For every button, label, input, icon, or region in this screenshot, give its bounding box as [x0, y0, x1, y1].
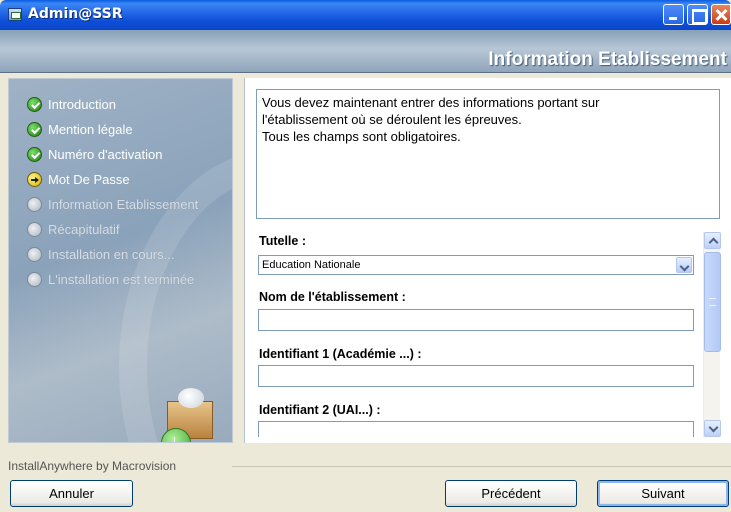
- identifiant-2-field[interactable]: [258, 421, 694, 437]
- step-label: Installation en cours...: [48, 247, 175, 262]
- scroll-down-icon[interactable]: [704, 420, 721, 437]
- app-icon: [8, 8, 22, 21]
- check-circle-icon: [27, 147, 42, 162]
- steps-panel: Introduction Mention légale Numéro d'act…: [8, 78, 233, 443]
- scrollbar-thumb[interactable]: [704, 252, 721, 352]
- tutelle-select[interactable]: Education Nationale: [258, 255, 694, 275]
- step-installation-en-cours: Installation en cours...: [27, 242, 198, 267]
- nom-etablissement-field[interactable]: [258, 309, 694, 331]
- identifiant-1-label: Identifiant 1 (Académie ...) :: [259, 347, 422, 361]
- check-circle-icon: [27, 97, 42, 112]
- tutelle-selected-value: Education Nationale: [262, 259, 361, 271]
- step-label: Récapitulatif: [48, 222, 120, 237]
- page-header: Information Etablissement: [0, 30, 731, 73]
- chevron-down-icon[interactable]: [676, 257, 692, 273]
- check-circle-icon: [27, 122, 42, 137]
- info-text-box: Vous devez maintenant entrer des informa…: [256, 89, 720, 219]
- step-numero-activation: Numéro d'activation: [27, 142, 198, 167]
- info-line: l'établissement où se déroulent les épre…: [262, 112, 522, 127]
- step-information-etablissement: Information Etablissement: [27, 192, 198, 217]
- step-mention-legale: Mention légale: [27, 117, 198, 142]
- info-line: Vous devez maintenant entrer des informa…: [262, 95, 600, 110]
- page-title: Information Etablissement: [488, 49, 727, 70]
- step-recapitulatif: Récapitulatif: [27, 217, 198, 242]
- maximize-icon[interactable]: [687, 4, 708, 25]
- form-area: Tutelle : Education Nationale Nom de l'é…: [256, 232, 702, 437]
- step-label: Mention légale: [48, 122, 133, 137]
- step-mot-de-passe: Mot De Passe: [27, 167, 198, 192]
- step-introduction: Introduction: [27, 92, 198, 117]
- step-label: L'installation est terminée: [48, 272, 195, 287]
- installer-branding: InstallAnywhere by Macrovision: [8, 459, 177, 473]
- close-icon[interactable]: [711, 4, 731, 25]
- nom-etablissement-label: Nom de l'établissement :: [259, 290, 406, 304]
- content-panel: Vous devez maintenant entrer des informa…: [244, 78, 731, 443]
- step-installation-terminee: L'installation est terminée: [27, 267, 198, 292]
- identifiant-1-field[interactable]: [258, 365, 694, 387]
- scroll-up-icon[interactable]: [704, 232, 721, 249]
- info-line: Tous les champs sont obligatoires.: [262, 129, 461, 144]
- empty-circle-icon: [27, 222, 42, 237]
- minimize-icon[interactable]: [663, 4, 684, 25]
- cancel-button[interactable]: Annuler: [10, 480, 133, 507]
- steps-list: Introduction Mention légale Numéro d'act…: [27, 92, 198, 292]
- step-label: Information Etablissement: [48, 197, 199, 212]
- window-title-bar[interactable]: Admin@SSR: [0, 0, 731, 30]
- tutelle-label: Tutelle :: [259, 234, 306, 248]
- form-scrollbar[interactable]: [703, 232, 721, 437]
- empty-circle-icon: [27, 247, 42, 262]
- identifiant-2-label: Identifiant 2 (UAI...) :: [259, 403, 381, 417]
- step-label: Introduction: [48, 97, 116, 112]
- divider: [232, 466, 731, 467]
- previous-button[interactable]: Précédent: [445, 480, 577, 507]
- step-label: Mot De Passe: [48, 172, 130, 187]
- next-button[interactable]: Suivant: [597, 480, 729, 507]
- window-title: Admin@SSR: [28, 6, 123, 22]
- empty-circle-icon: [27, 272, 42, 287]
- step-label: Numéro d'activation: [48, 147, 163, 162]
- empty-circle-icon: [27, 197, 42, 212]
- arrow-circle-icon: [27, 172, 42, 187]
